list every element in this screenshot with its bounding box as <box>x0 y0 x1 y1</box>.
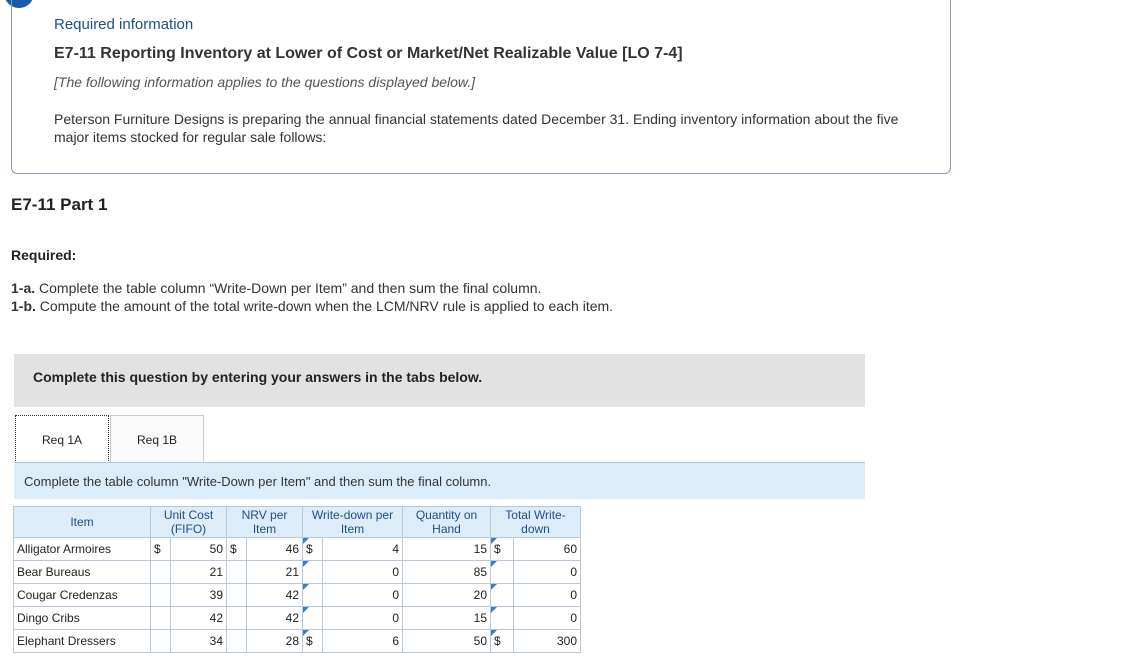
currency-symbol: $ <box>489 629 515 653</box>
currency-symbol-text: $ <box>494 542 501 556</box>
unit-cost-value: 34 <box>170 629 227 653</box>
input-flag-icon <box>303 538 309 544</box>
unit-cost-value: 39 <box>170 583 227 607</box>
currency-symbol-empty <box>226 606 247 630</box>
item-name: Bear Bureaus <box>13 560 151 584</box>
currency-symbol-empty <box>150 629 171 653</box>
header-writedown: Write-down per Item <box>302 506 403 538</box>
requirement-prefix: 1-a. <box>11 280 36 296</box>
tab-req-1a[interactable]: Req 1A <box>15 415 109 463</box>
currency-symbol-text: $ <box>306 542 313 556</box>
writedown-input[interactable]: 0 <box>322 560 403 584</box>
requirement-text: Compute the amount of the total write-do… <box>35 298 614 314</box>
total-writedown-input[interactable]: 0 <box>513 606 581 630</box>
input-flag-icon <box>303 607 309 613</box>
total-writedown-input[interactable]: 300 <box>513 629 581 653</box>
table-row: Elephant Dressers 34 28 $ 6 50 $ 300 <box>13 629 581 653</box>
exercise-description: Peterson Furniture Designs is preparing … <box>54 111 899 145</box>
currency-symbol-empty <box>150 583 171 607</box>
currency-symbol-empty <box>150 560 171 584</box>
input-flag-cell <box>489 560 515 584</box>
input-flag-cell <box>302 560 323 584</box>
input-flag-icon <box>303 561 309 567</box>
nrv-value: 46 <box>246 537 303 561</box>
input-flag-icon <box>491 607 497 613</box>
required-label: Required: <box>11 247 77 263</box>
input-flag-icon <box>491 584 497 590</box>
currency-symbol-empty <box>226 560 247 584</box>
writedown-input[interactable]: 0 <box>322 606 403 630</box>
exercise-note: [The following information applies to th… <box>54 74 476 90</box>
writedown-input[interactable]: 0 <box>322 583 403 607</box>
currency-symbol-empty <box>226 629 247 653</box>
header-item: Item <box>13 506 151 538</box>
currency-symbol: $ <box>302 537 323 561</box>
tab-instruction: Complete the table column "Write-Down pe… <box>14 463 865 499</box>
currency-symbol-empty <box>150 606 171 630</box>
quantity-value: 50 <box>402 629 491 653</box>
total-writedown-input[interactable]: 0 <box>513 560 581 584</box>
currency-symbol: $ <box>302 629 323 653</box>
instructions-banner: Complete this question by entering your … <box>14 354 865 407</box>
currency-symbol: $ <box>489 537 515 561</box>
item-name: Elephant Dressers <box>13 629 151 653</box>
currency-symbol-text: $ <box>494 634 501 648</box>
unit-cost-value: 21 <box>170 560 227 584</box>
table-header-row: Item Unit Cost (FIFO) NRV per Item Write… <box>13 506 581 538</box>
input-flag-icon <box>491 538 497 544</box>
table-row: Dingo Cribs 42 42 0 15 0 <box>13 606 581 630</box>
item-name: Dingo Cribs <box>13 606 151 630</box>
exercise-title: E7-11 Reporting Inventory at Lower of Co… <box>54 45 683 62</box>
writedown-input[interactable]: 4 <box>322 537 403 561</box>
currency-symbol: $ <box>226 537 247 561</box>
nrv-value: 42 <box>246 583 303 607</box>
writedown-input[interactable]: 6 <box>322 629 403 653</box>
table-row: Cougar Credenzas 39 42 0 20 0 <box>13 583 581 607</box>
input-flag-cell <box>489 583 515 607</box>
item-name: Alligator Armoires <box>13 537 151 561</box>
item-name: Cougar Credenzas <box>13 583 151 607</box>
nrv-value: 21 <box>246 560 303 584</box>
currency-symbol: $ <box>150 537 171 561</box>
required-information-heading: Required information <box>54 16 194 33</box>
nrv-value: 42 <box>246 606 303 630</box>
requirement-1a: 1-a. Complete the table column “Write-Do… <box>11 280 541 296</box>
inventory-table: Item Unit Cost (FIFO) NRV per Item Write… <box>13 506 581 653</box>
input-flag-icon <box>491 561 497 567</box>
nrv-value: 28 <box>246 629 303 653</box>
requirement-prefix: 1-b. <box>11 298 36 314</box>
unit-cost-value: 50 <box>170 537 227 561</box>
input-flag-icon <box>491 630 497 636</box>
total-writedown-input[interactable]: 60 <box>513 537 581 561</box>
quantity-value: 15 <box>402 537 491 561</box>
table-row: Alligator Armoires $ 50 $ 46 $ 4 15 $ 60 <box>13 537 581 561</box>
tab-req-1b[interactable]: Req 1B <box>110 415 204 463</box>
total-writedown-input[interactable]: 0 <box>513 583 581 607</box>
input-flag-cell <box>489 606 515 630</box>
unit-cost-value: 42 <box>170 606 227 630</box>
table-row: Bear Bureaus 21 21 0 85 0 <box>13 560 581 584</box>
instructions-banner-text: Complete this question by entering your … <box>33 369 483 385</box>
quantity-value: 85 <box>402 560 491 584</box>
input-flag-cell <box>302 606 323 630</box>
quantity-value: 20 <box>402 583 491 607</box>
requirement-1b: 1-b. Compute the amount of the total wri… <box>11 298 613 314</box>
part-title: E7-11 Part 1 <box>11 195 108 214</box>
header-unit-cost: Unit Cost (FIFO) <box>150 506 227 538</box>
requirement-text: Complete the table column “Write-Down pe… <box>35 280 542 296</box>
input-flag-icon <box>303 630 309 636</box>
header-quantity: Quantity on Hand <box>402 506 491 538</box>
header-total-writedown: Total Write-down <box>490 506 581 538</box>
header-nrv: NRV per Item <box>226 506 303 538</box>
currency-symbol-empty <box>226 583 247 607</box>
input-flag-cell <box>302 583 323 607</box>
input-flag-icon <box>303 584 309 590</box>
quantity-value: 15 <box>402 606 491 630</box>
currency-symbol-text: $ <box>306 634 313 648</box>
